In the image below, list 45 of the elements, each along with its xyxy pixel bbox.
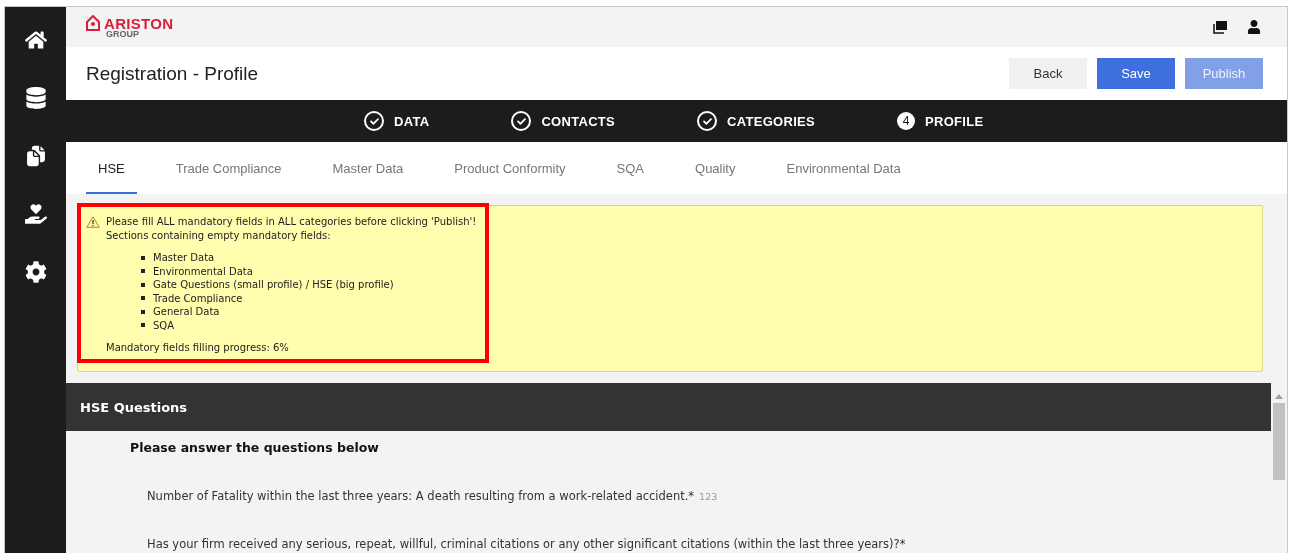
bullet-icon: [141, 269, 145, 274]
section-item: SQA: [153, 318, 175, 332]
page-title: Registration - Profile: [86, 62, 259, 85]
step-label: CATEGORIES: [727, 113, 816, 129]
progress-text: Mandatory fields filling progress: 6%: [106, 341, 290, 355]
bullet-icon: [141, 309, 145, 314]
answer-field[interactable]: 123: [699, 491, 740, 502]
tab[interactable]: Master Data: [320, 142, 416, 194]
intro-text: Please answer the questions below: [129, 439, 380, 455]
bullet-icon: [141, 255, 145, 260]
check-circle-icon: [697, 111, 718, 131]
tab[interactable]: Quality: [683, 142, 748, 194]
step-label: DATA: [394, 113, 430, 129]
warning-icon: [86, 216, 100, 228]
back-button[interactable]: Back: [1009, 58, 1087, 89]
scroll-thumb[interactable]: [1273, 403, 1285, 480]
step-label: PROFILE: [925, 113, 984, 129]
tab[interactable]: Environmental Data: [774, 142, 913, 194]
section-item: Environmental Data: [153, 264, 253, 278]
section-item: Trade Compliance: [153, 291, 243, 305]
step-label: CONTACTS: [541, 113, 616, 129]
panel-header: HSE Questions: [66, 383, 1271, 431]
bullet-icon: [141, 323, 145, 328]
save-button[interactable]: Save: [1097, 58, 1175, 89]
check-circle-icon: [511, 111, 532, 131]
notice-text: Please fill ALL mandatory fields in ALL categories before clicking 'Publish'!: [106, 215, 477, 229]
section-item: Master Data: [153, 251, 215, 265]
tab[interactable]: SQA: [604, 142, 656, 194]
step-number: 4: [897, 112, 916, 130]
bullet-icon: [141, 282, 145, 287]
section-item: Gate Questions (small profile) / HSE (big profile): [153, 278, 394, 292]
question-text: Has your firm received any serious, repeat, willful, criminal citations or any other significant citations (within the last three years)?*: [147, 537, 906, 551]
logo-name: ARISTON: [104, 15, 174, 31]
question-text: Number of Fatality within the last three years: A death resulting from a work-related accident.*: [147, 489, 695, 503]
windows-icon[interactable]: [1213, 20, 1227, 34]
tab[interactable]: Product Conformity: [442, 142, 578, 194]
logo-subtitle: GROUP: [106, 30, 140, 39]
tab[interactable]: HSE: [86, 142, 137, 194]
section-item: General Data: [153, 305, 220, 319]
notice-text: Sections containing empty mandatory fields:: [106, 228, 332, 242]
bullet-icon: [141, 296, 145, 301]
check-circle-icon: [364, 111, 384, 131]
tab[interactable]: Trade Compliance: [163, 142, 294, 194]
house-logo-icon: [86, 15, 100, 31]
user-icon[interactable]: [1247, 20, 1261, 34]
